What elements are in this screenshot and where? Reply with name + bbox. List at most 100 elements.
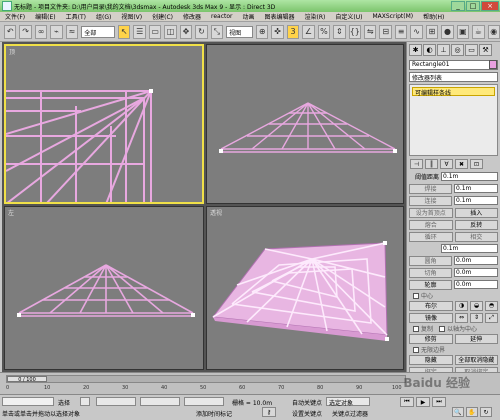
pin-stack-icon[interactable]: ⊣ (410, 159, 423, 169)
link-icon[interactable]: ∞ (34, 24, 48, 39)
mirror-vertical-icon[interactable]: ⇕ (470, 312, 483, 323)
y-coord-field[interactable] (140, 397, 180, 406)
fillet-button[interactable]: 圆角 (409, 255, 452, 266)
unhide-all-button[interactable]: 全部取消隐藏 (454, 354, 498, 365)
scale-icon[interactable]: ⤡ (210, 24, 224, 39)
minimize-button[interactable]: _ (451, 1, 465, 11)
rect-selection-icon[interactable]: ▭ (148, 24, 162, 39)
play-icon[interactable]: ▶ (416, 397, 430, 407)
menu-maxscript[interactable]: MAXScript(M) (367, 13, 418, 20)
weld-spinner[interactable]: 0.1m (454, 184, 498, 193)
selection-filter-dropdown[interactable]: 全部 (81, 25, 116, 38)
insert-button[interactable]: 插入 (454, 207, 498, 218)
set-key-label[interactable]: 设置关键点 (292, 409, 322, 418)
boolean-button[interactable]: 布尔 (409, 300, 453, 311)
set-key-icon[interactable]: ⚷ (262, 407, 276, 417)
schematic-view-icon[interactable]: ⊞ (425, 24, 439, 39)
maxscript-listener[interactable] (2, 397, 54, 406)
menu-help[interactable]: 帮助(H) (418, 12, 449, 21)
time-slider[interactable]: 0 / 100 (6, 375, 406, 383)
auto-key-label[interactable]: 自动关键点 (292, 398, 322, 407)
layer-manager-icon[interactable]: ≡ (394, 24, 408, 39)
window-crossing-icon[interactable]: ◫ (164, 24, 177, 39)
infinite-bounds-checkbox[interactable] (413, 346, 419, 353)
move-icon[interactable]: ✥ (179, 24, 193, 39)
create-tab-icon[interactable]: ✱ (409, 44, 422, 56)
lock-selection-icon[interactable] (80, 397, 90, 406)
undo-icon[interactable]: ↶ (4, 24, 17, 39)
connect-spinner[interactable]: 0.1m (454, 196, 498, 205)
spinner-snap-icon[interactable]: ⇕ (333, 24, 346, 39)
menu-graph-editors[interactable]: 图表编辑器 (260, 12, 300, 21)
connect-button[interactable]: 连接 (409, 195, 452, 206)
add-time-tag[interactable]: 添加时间标记 (196, 409, 232, 418)
center-checkbox[interactable] (413, 292, 419, 299)
zoom-icon[interactable]: 🔍 (452, 407, 464, 417)
menu-modifiers[interactable]: 修改器 (178, 12, 206, 21)
close-button[interactable]: × (481, 1, 499, 11)
menu-create[interactable]: 创建(C) (147, 12, 178, 21)
select-object-icon[interactable]: ↖ (118, 24, 131, 39)
time-slider-thumb[interactable]: 0 / 100 (7, 376, 47, 383)
make-unique-icon[interactable]: ∀ (440, 159, 453, 169)
hierarchy-tab-icon[interactable]: ⊥ (437, 44, 450, 56)
material-editor-icon[interactable]: ● (441, 24, 454, 39)
key-filters-button[interactable]: 关键点过滤器 (332, 409, 368, 418)
infinite-bounds-option[interactable]: 无限边界 (409, 345, 498, 354)
go-to-end-icon[interactable]: ⏭ (432, 397, 446, 407)
trim-button[interactable]: 修剪 (409, 333, 453, 344)
utilities-tab-icon[interactable]: ⚒ (479, 44, 492, 56)
motion-tab-icon[interactable]: ◎ (451, 44, 464, 56)
subtract-icon[interactable]: ◒ (470, 300, 483, 311)
chamfer-button[interactable]: 切角 (409, 267, 452, 278)
go-to-start-icon[interactable]: ⏮ (400, 397, 414, 407)
fuse-button[interactable]: 熔合 (409, 219, 453, 230)
select-by-name-icon[interactable]: ☰ (133, 24, 146, 39)
intersect-icon[interactable]: ◓ (485, 300, 498, 311)
percent-snap-icon[interactable]: % (317, 24, 331, 39)
outline-button[interactable]: 轮廓 (409, 279, 452, 290)
align-icon[interactable]: ⊟ (379, 24, 392, 39)
perspective-viewport[interactable]: 透视 (206, 206, 404, 370)
remove-modifier-icon[interactable]: ✖ (455, 159, 468, 169)
quick-render-icon[interactable]: ◉ (487, 24, 500, 39)
pivot-center-icon[interactable]: ⊕ (255, 24, 269, 39)
z-coord-field[interactable] (184, 397, 224, 406)
about-pivot-checkbox[interactable] (439, 325, 446, 332)
menu-customize[interactable]: 自定义(U) (330, 12, 367, 21)
front-viewport[interactable] (206, 44, 404, 204)
set-first-vertex-button[interactable]: 设为首顶点 (409, 207, 453, 218)
named-selection-icon[interactable]: {} (348, 24, 362, 39)
maximize-button[interactable]: □ (466, 1, 480, 11)
chamfer-spinner[interactable]: 0.0m (454, 268, 498, 277)
manipulate-icon[interactable]: ✜ (271, 24, 284, 39)
cross-spinner[interactable]: 0.1m (441, 244, 498, 253)
track-bar[interactable]: 0 10 20 30 40 50 60 70 80 90 100 (6, 385, 406, 394)
mirror-both-icon[interactable]: ⤢ (485, 312, 498, 323)
menu-tools[interactable]: 工具(T) (61, 12, 91, 21)
menu-edit[interactable]: 编辑(E) (30, 12, 60, 21)
menu-rendering[interactable]: 渲染(R) (300, 12, 331, 21)
stack-item-editable-spline[interactable]: 可编辑样条线 (412, 87, 495, 97)
mirror-button[interactable]: 镜像 (409, 312, 453, 323)
rotate-icon[interactable]: ↻ (195, 24, 208, 39)
menu-reactor[interactable]: reactor (206, 13, 238, 20)
ref-coord-dropdown[interactable]: 视图 (226, 25, 253, 38)
weld-button[interactable]: 焊接 (409, 183, 452, 194)
snap-toggle-icon[interactable]: 3 (286, 24, 300, 39)
cycle-button[interactable]: 循环 (409, 231, 453, 242)
render-setup-icon[interactable]: ▣ (456, 24, 470, 39)
center-option[interactable]: 中心 (409, 291, 498, 300)
angle-snap-icon[interactable]: ∠ (302, 24, 315, 39)
x-coord-field[interactable] (96, 397, 136, 406)
menu-group[interactable]: 组(G) (91, 12, 116, 21)
hide-button[interactable]: 隐藏 (409, 354, 453, 365)
orbit-icon[interactable]: ↻ (480, 407, 492, 417)
mirror-icon[interactable]: ⇋ (364, 24, 377, 39)
unlink-icon[interactable]: ⌁ (50, 24, 63, 39)
reverse-button[interactable]: 反转 (454, 219, 498, 230)
menu-animation[interactable]: 动画 (238, 12, 260, 21)
union-icon[interactable]: ◑ (455, 300, 468, 311)
top-viewport[interactable]: 顶 (4, 44, 204, 204)
display-tab-icon[interactable]: ▭ (465, 44, 478, 56)
